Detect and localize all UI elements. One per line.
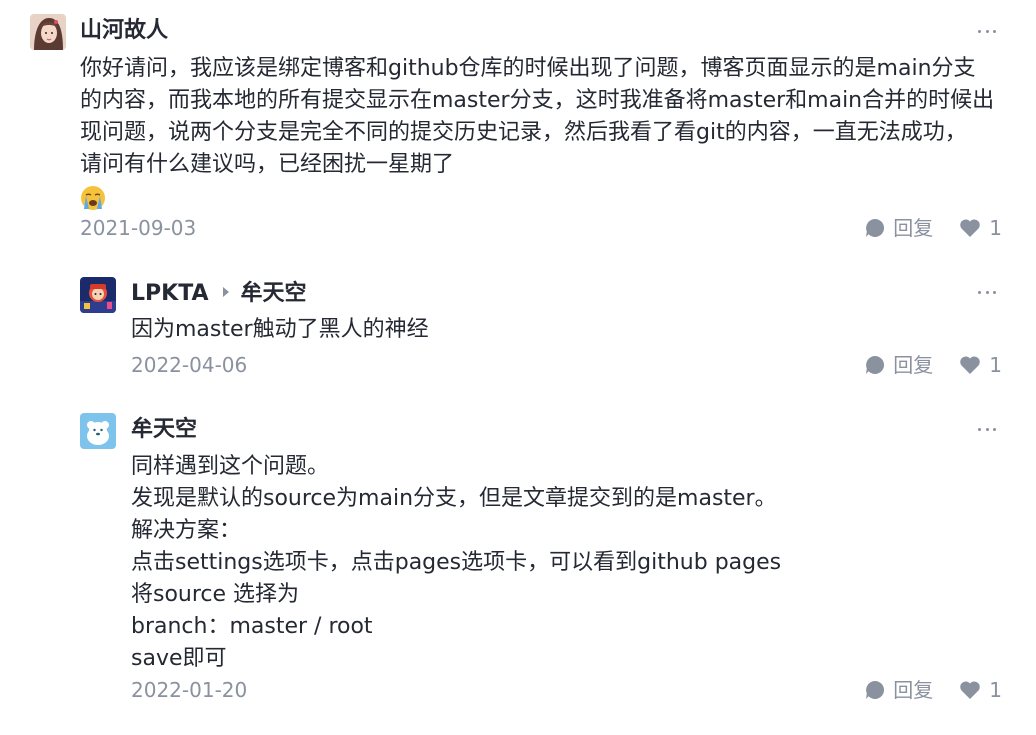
comment-actions: 回复 1	[865, 351, 1002, 379]
comment-line: 的内容，而我本地的所有提交显示在master分支，这时我准备将master和ma…	[80, 88, 995, 113]
comment-line: 同样遇到这个问题。	[131, 454, 330, 479]
reply-button[interactable]: 回复	[865, 214, 933, 242]
loudly-crying-face-icon	[81, 186, 105, 210]
comment-content: 因为master触动了黑人的神经	[131, 314, 429, 346]
like-count: 1	[989, 353, 1002, 377]
avatar-bear-icon	[80, 413, 116, 449]
reply-button[interactable]: 回复	[865, 676, 933, 704]
comment-line: 你好请问，我应该是绑定博客和github仓库的时候出现了问题，博客页面显示的是m…	[80, 56, 976, 81]
comment-line: 点击settings选项卡，点击pages选项卡，可以看到github page…	[131, 550, 782, 575]
reply-arrow-icon	[222, 287, 229, 297]
comment-line: 将source 选择为	[131, 582, 300, 607]
reply-button[interactable]: 回复	[865, 351, 933, 379]
comment-icon	[866, 355, 885, 374]
more-options-icon[interactable]	[978, 288, 996, 296]
reply-to-username[interactable]: 牟天空	[241, 281, 307, 306]
reply-label: 回复	[893, 678, 934, 702]
username[interactable]: LPKTA	[131, 281, 209, 306]
comment-date: 2022-04-06	[131, 353, 248, 377]
comment-date: 2022-01-20	[131, 678, 248, 702]
like-count: 1	[989, 216, 1002, 240]
emoji-line	[80, 181, 994, 215]
reply-label: 回复	[893, 353, 934, 377]
heart-icon	[960, 681, 981, 699]
more-options-icon[interactable]	[978, 425, 996, 433]
comment-line: 发现是默认的source为main分支，但是文章提交到的是master。	[131, 486, 777, 511]
comment-icon	[866, 680, 885, 699]
comment-actions: 回复 1	[865, 676, 1002, 704]
comment-line: 解决方案：	[131, 518, 242, 543]
avatar[interactable]	[30, 14, 66, 50]
reply-header: LPKTA 牟天空	[131, 280, 307, 308]
avatar[interactable]	[80, 277, 116, 313]
more-options-icon[interactable]	[978, 27, 996, 35]
comment-line: save即可	[131, 646, 227, 671]
like-button[interactable]: 1	[959, 214, 1002, 242]
username[interactable]: 山河故人	[80, 17, 168, 45]
comment-date: 2021-09-03	[80, 216, 197, 240]
like-button[interactable]: 1	[959, 676, 1002, 704]
avatar[interactable]	[80, 413, 116, 449]
comment-line: branch：master / root	[131, 614, 373, 639]
comment-line: 现问题，说两个分支是完全不同的提交历史记录，然后我看了看git的内容，一直无法成…	[80, 120, 967, 145]
avatar-girl-icon	[30, 14, 66, 50]
comment-content: 同样遇到这个问题。 发现是默认的source为main分支，但是文章提交到的是m…	[131, 451, 781, 675]
comment-line: 因为master触动了黑人的神经	[131, 317, 429, 342]
username[interactable]: 牟天空	[131, 416, 197, 444]
comment-content: 你好请问，我应该是绑定博客和github仓库的时候出现了问题，博客页面显示的是m…	[80, 53, 994, 215]
comment-line: 请问有什么建议吗，已经困扰一星期了	[80, 152, 455, 177]
comment-actions: 回复 1	[865, 214, 1002, 242]
like-count: 1	[989, 678, 1002, 702]
heart-icon	[960, 219, 981, 237]
avatar-game-icon	[80, 277, 116, 313]
like-button[interactable]: 1	[959, 351, 1002, 379]
comment-icon	[866, 218, 885, 237]
reply-label: 回复	[893, 216, 934, 240]
heart-icon	[960, 356, 981, 374]
